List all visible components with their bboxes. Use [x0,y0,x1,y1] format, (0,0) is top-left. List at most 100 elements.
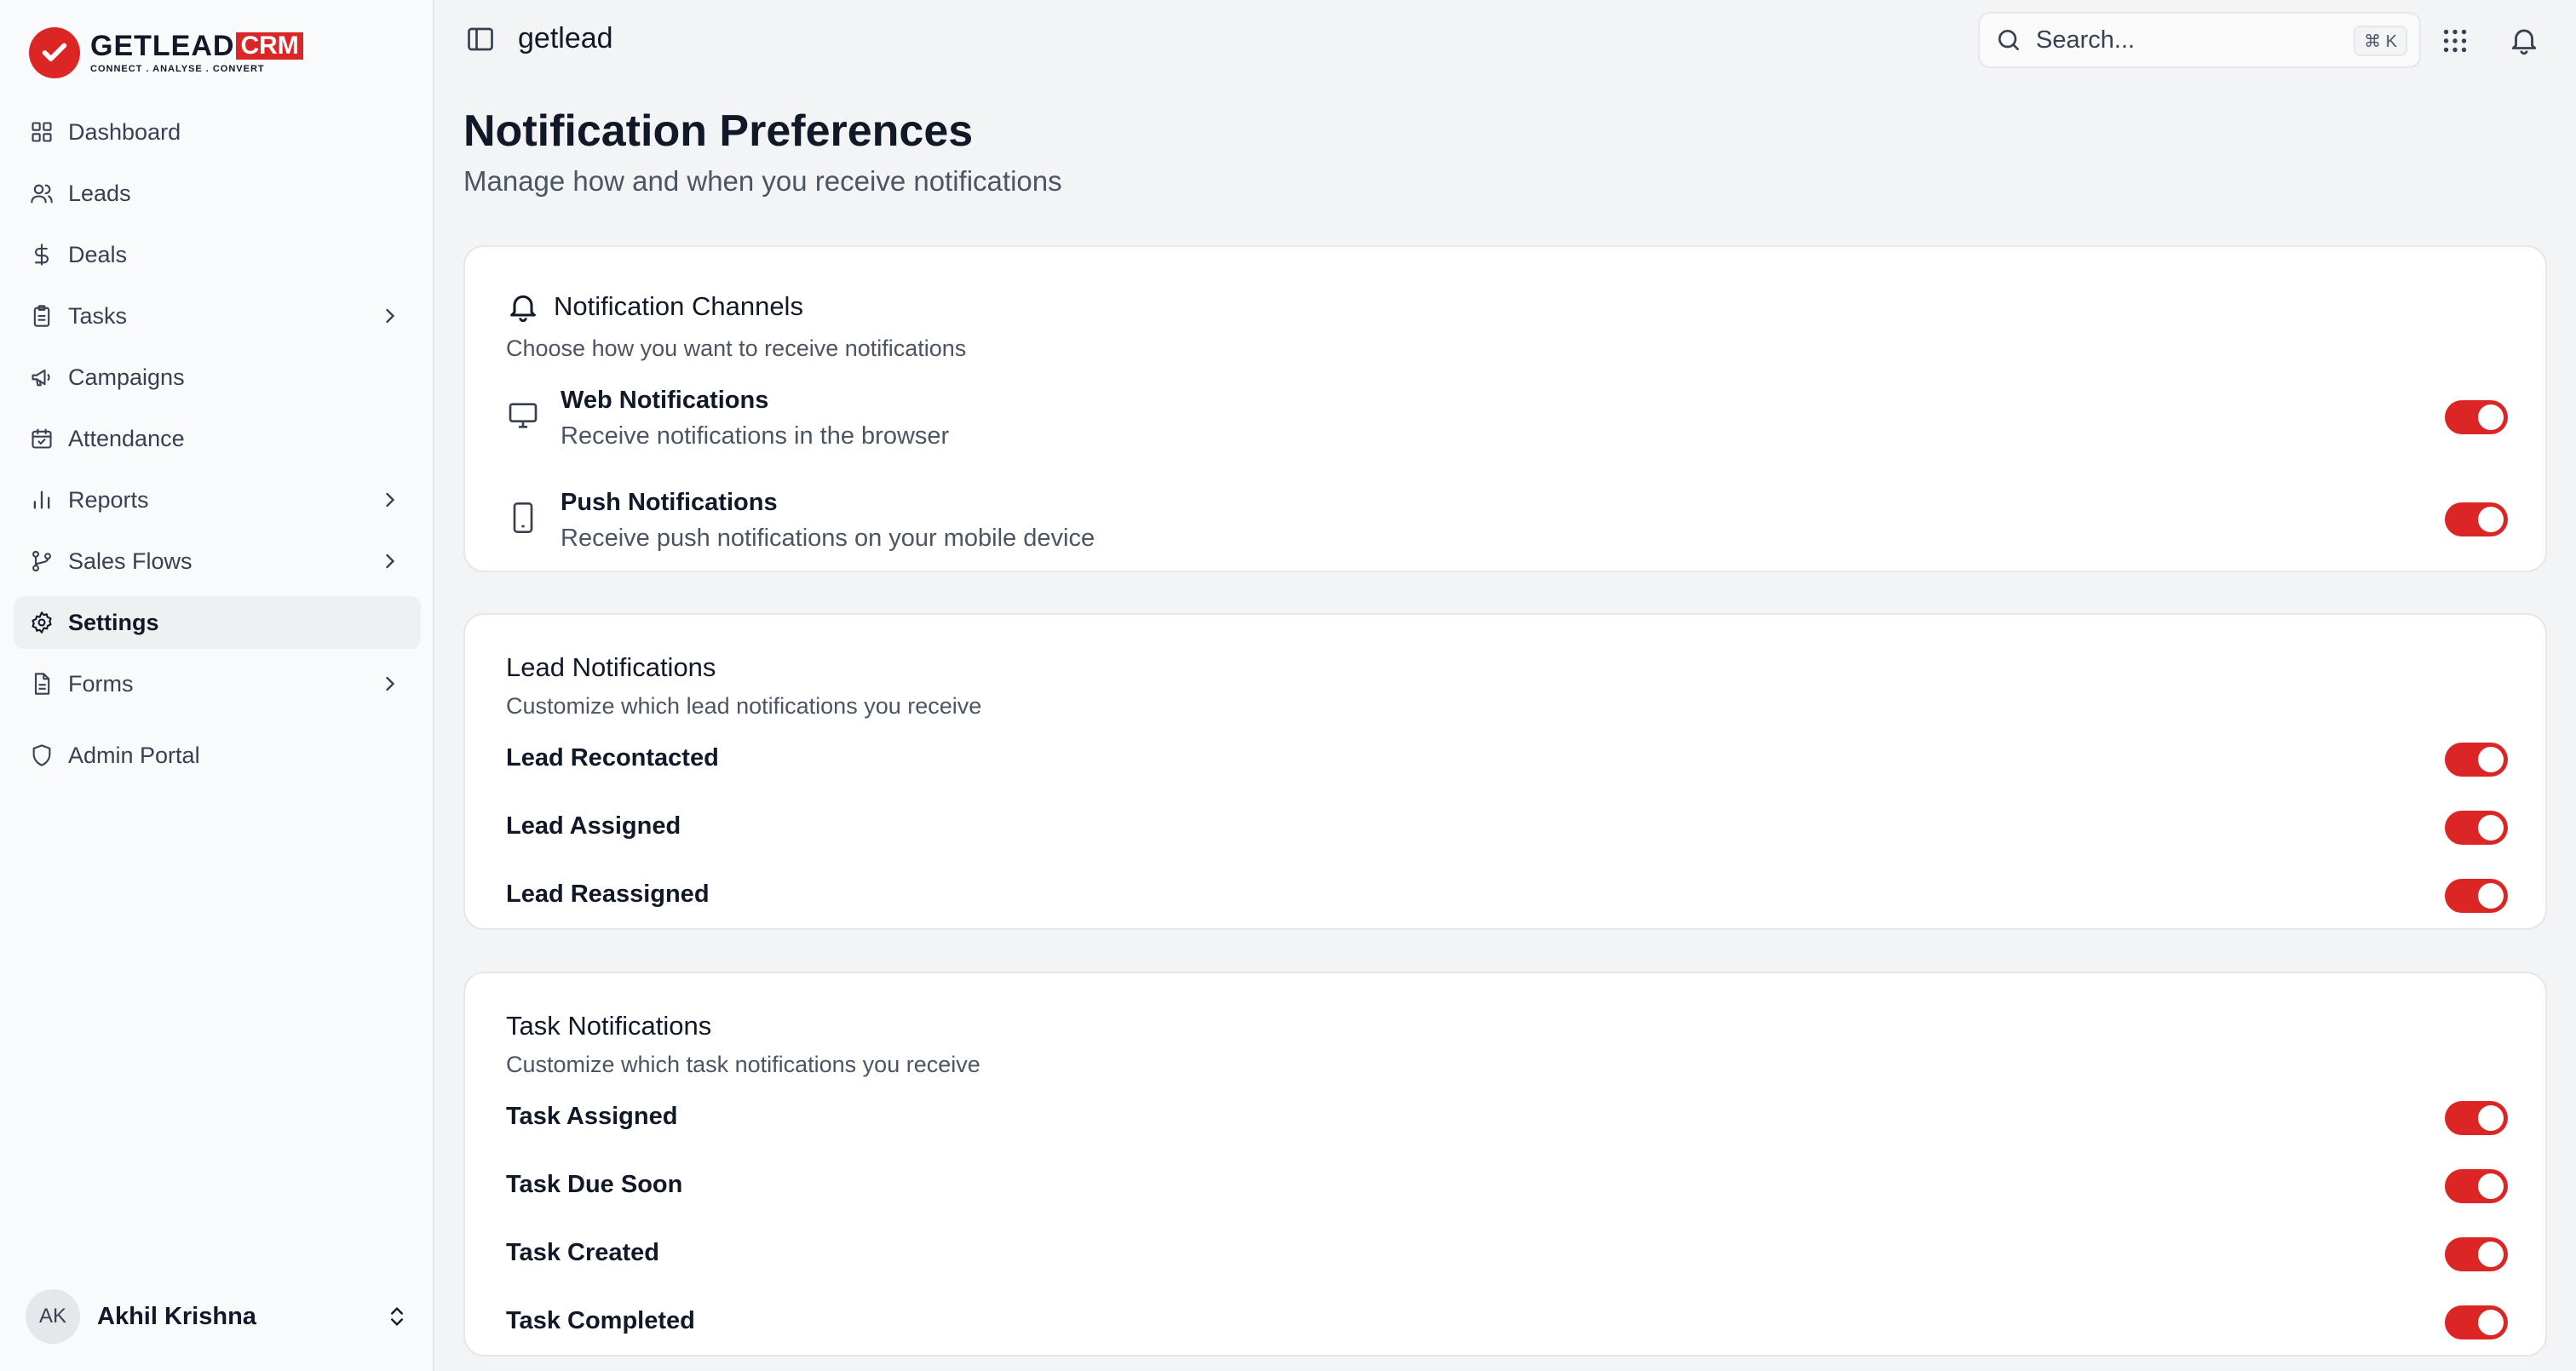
sidebar-item-label: Reports [68,486,149,513]
toggle-knob [2478,1242,2504,1267]
file-text-icon [29,671,55,697]
toggle-knob [2478,404,2504,430]
chevron-right-icon [386,308,395,324]
toggle-knob [2478,815,2504,840]
channel-title: Web Notifications [561,387,769,414]
sidebar-item-settings[interactable]: Settings [14,596,421,649]
avatar: AK [26,1289,80,1344]
check-logo-icon [29,27,80,78]
logo-badge: CRM [236,32,303,60]
calendar-check-icon [29,426,55,451]
user-menu[interactable]: AK Akhil Krishna [26,1289,409,1344]
bell-icon [510,295,536,323]
users-icon [29,181,55,206]
monitor-icon [509,403,538,428]
logo-word: GETLEAD [90,30,235,62]
sidebar-item-label: Deals [68,241,128,267]
git-branch-icon [29,548,55,574]
sidebar-item-label: Leads [68,180,131,206]
workspace-name: getlead [518,22,613,54]
notification-label: Task Created [506,1239,659,1266]
sidebar-item-dashboard[interactable]: Dashboard [14,106,421,158]
sidebar-item-label: Forms [68,670,134,697]
sidebar-item-admin-portal[interactable]: Admin Portal [14,729,421,782]
notification-label: Lead Reassigned [506,881,710,908]
gear-icon [29,610,55,635]
smartphone-icon [513,502,533,533]
getlead-logo[interactable]: GETLEAD CRM CONNECT . ANALYSE . CONVERT [29,27,303,78]
sidebar-item-leads[interactable]: Leads [14,167,421,220]
card-title: Lead Notifications [506,652,716,682]
dollar-icon [29,242,55,267]
lead-reassigned-toggle[interactable] [2445,879,2508,913]
channel-description: Receive notifications in the browser [561,422,950,450]
sidebar-item-attendance[interactable]: Attendance [14,412,421,465]
lead-recontacted-toggle[interactable] [2445,743,2508,777]
channel-description: Receive push notifications on your mobil… [561,525,1095,552]
card-title: Task Notifications [506,1011,712,1041]
sidebar-item-label: Attendance [68,425,185,451]
user-name: Akhil Krishna [97,1302,256,1330]
task-completed-toggle[interactable] [2445,1305,2508,1339]
sidebar-item-label: Dashboard [68,118,181,145]
sidebar-item-label: Campaigns [68,364,185,390]
megaphone-icon [29,364,55,390]
sidebar-item-label: Admin Portal [68,742,200,768]
toggle-knob [2478,747,2504,772]
sidebar-item-tasks[interactable]: Tasks [14,290,421,342]
card-subtitle: Choose how you want to receive notificat… [506,336,967,361]
notification-label: Lead Recontacted [506,744,719,772]
push-notifications-toggle[interactable] [2445,502,2508,536]
web-notifications-toggle[interactable] [2445,400,2508,434]
search-placeholder: Search... [2036,26,2136,54]
task-due-soon-toggle[interactable] [2445,1169,2508,1203]
search-icon [1998,30,2019,50]
lead-assigned-toggle[interactable] [2445,811,2508,845]
toggle-knob [2478,1173,2504,1199]
chevron-right-icon [386,676,395,691]
toggle-knob [2478,507,2504,532]
toggle-knob [2478,883,2504,909]
clipboard-icon [29,303,55,329]
card-subtitle: Customize which task notifications you r… [506,1052,980,1077]
chevrons-up-down-icon [391,1307,403,1326]
sidebar: GETLEAD CRM CONNECT . ANALYSE . CONVERT … [0,0,434,1371]
chevron-right-icon [386,554,395,569]
sidebar-toggle-icon[interactable] [465,24,496,54]
card-subtitle: Customize which lead notifications you r… [506,693,982,719]
nav-separator [14,719,421,729]
sidebar-item-label: Tasks [68,302,128,329]
search-shortcut: ⌘ K [2354,26,2407,56]
task-assigned-toggle[interactable] [2445,1101,2508,1135]
notification-label: Task Due Soon [506,1171,683,1198]
apps-grid-icon[interactable] [2440,26,2470,56]
sidebar-item-reports[interactable]: Reports [14,473,421,526]
top-bar: getlead Search... ⌘ K [434,0,2576,82]
toggle-knob [2478,1310,2504,1335]
sidebar-item-label: Sales Flows [68,548,193,574]
bar-chart-icon [29,487,55,513]
sidebar-item-forms[interactable]: Forms [14,657,421,710]
channel-title: Push Notifications [561,489,778,516]
task-notifications-card: Task Notifications Customize which task … [463,972,2547,1357]
logo-tagline: CONNECT . ANALYSE . CONVERT [90,64,265,74]
search-input[interactable]: Search... ⌘ K [1978,12,2421,68]
page-title: Notification Preferences [463,106,974,156]
notification-label: Task Completed [506,1307,695,1334]
dashboard-icon [29,119,55,145]
sidebar-item-deals[interactable]: Deals [14,228,421,281]
sidebar-item-label: Settings [68,609,159,635]
sidebar-item-sales-flows[interactable]: Sales Flows [14,535,421,588]
page-subtitle: Manage how and when you receive notifica… [463,165,1062,197]
bell-icon[interactable] [2508,24,2540,56]
chevron-right-icon [386,492,395,508]
shield-icon [29,743,55,768]
sidebar-item-campaigns[interactable]: Campaigns [14,351,421,404]
card-title: Notification Channels [554,291,803,321]
task-created-toggle[interactable] [2445,1237,2508,1271]
toggle-knob [2478,1105,2504,1131]
notification-label: Lead Assigned [506,812,681,840]
sidebar-nav: Dashboard Leads Deals Tasks Campaigns At… [14,106,421,790]
lead-notifications-card: Lead Notifications Customize which lead … [463,613,2547,930]
notification-label: Task Assigned [506,1103,678,1130]
